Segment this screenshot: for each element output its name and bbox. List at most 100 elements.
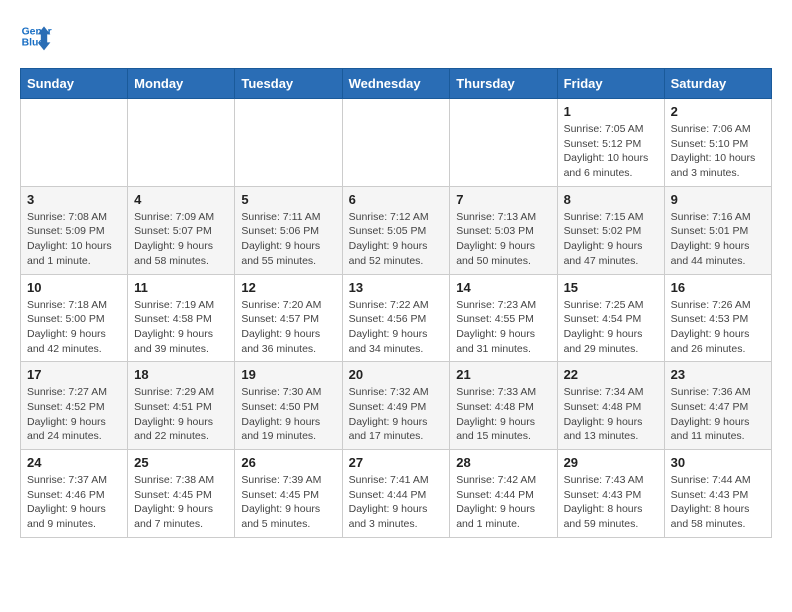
day-cell: 24 Sunrise: 7:37 AM Sunset: 4:46 PM Dayli…: [21, 450, 128, 538]
day-cell: 17Sunrise: 7:27 AM Sunset: 4:52 PM Dayli…: [21, 362, 128, 450]
day-cell: 30 Sunrise: 7:44 AM Sunset: 4:43 PM Dayli…: [664, 450, 771, 538]
day-number: 17: [27, 367, 121, 382]
day-cell: 13Sunrise: 7:22 AM Sunset: 4:56 PM Dayli…: [342, 274, 450, 362]
day-number: 29: [564, 455, 658, 470]
day-number: 23: [671, 367, 765, 382]
day-cell: 29 Sunrise: 7:43 AM Sunset: 4:43 PM Dayli…: [557, 450, 664, 538]
day-number: 3: [27, 192, 121, 207]
day-info: Sunrise: 7:37 AM Sunset: 4:46 PM Dayligh…: [27, 473, 121, 532]
day-info: Sunrise: 7:29 AM Sunset: 4:51 PM Dayligh…: [134, 385, 228, 444]
day-info: Sunrise: 7:44 AM Sunset: 4:43 PM Dayligh…: [671, 473, 765, 532]
day-cell: 12 Sunrise: 7:20 AM Sunset: 4:57 PM Dayli…: [235, 274, 342, 362]
day-info: Sunrise: 7:41 AM Sunset: 4:44 PM Dayligh…: [349, 473, 444, 532]
page-header: General Blue: [20, 20, 772, 52]
day-info: Sunrise: 7:19 AM Sunset: 4:58 PM Dayligh…: [134, 298, 228, 357]
week-row-1: 1Sunrise: 7:05 AM Sunset: 5:12 PM Daylig…: [21, 99, 772, 187]
day-header-monday: Monday: [128, 69, 235, 99]
day-cell: 14 Sunrise: 7:23 AM Sunset: 4:55 PM Dayli…: [450, 274, 557, 362]
day-number: 15: [564, 280, 658, 295]
day-number: 28: [456, 455, 550, 470]
day-info: Sunrise: 7:25 AM Sunset: 4:54 PM Dayligh…: [564, 298, 658, 357]
day-number: 30: [671, 455, 765, 470]
day-number: 21: [456, 367, 550, 382]
day-info: Sunrise: 7:32 AM Sunset: 4:49 PM Dayligh…: [349, 385, 444, 444]
day-number: 22: [564, 367, 658, 382]
day-number: 10: [27, 280, 121, 295]
day-info: Sunrise: 7:38 AM Sunset: 4:45 PM Dayligh…: [134, 473, 228, 532]
day-info: Sunrise: 7:16 AM Sunset: 5:01 PM Dayligh…: [671, 210, 765, 269]
day-number: 13: [349, 280, 444, 295]
day-info: Sunrise: 7:18 AM Sunset: 5:00 PM Dayligh…: [27, 298, 121, 357]
day-cell: 3 Sunrise: 7:08 AM Sunset: 5:09 PM Daylig…: [21, 186, 128, 274]
day-number: 24: [27, 455, 121, 470]
week-row-3: 10 Sunrise: 7:18 AM Sunset: 5:00 PM Dayli…: [21, 274, 772, 362]
day-number: 11: [134, 280, 228, 295]
day-number: 7: [456, 192, 550, 207]
logo: General Blue: [20, 20, 56, 52]
day-cell: 21Sunrise: 7:33 AM Sunset: 4:48 PM Dayli…: [450, 362, 557, 450]
day-info: Sunrise: 7:05 AM Sunset: 5:12 PM Dayligh…: [564, 122, 658, 181]
day-info: Sunrise: 7:15 AM Sunset: 5:02 PM Dayligh…: [564, 210, 658, 269]
day-number: 19: [241, 367, 335, 382]
day-cell: 8 Sunrise: 7:15 AM Sunset: 5:02 PM Daylig…: [557, 186, 664, 274]
day-cell: 19 Sunrise: 7:30 AM Sunset: 4:50 PM Dayli…: [235, 362, 342, 450]
day-number: 6: [349, 192, 444, 207]
day-info: Sunrise: 7:43 AM Sunset: 4:43 PM Dayligh…: [564, 473, 658, 532]
day-info: Sunrise: 7:06 AM Sunset: 5:10 PM Dayligh…: [671, 122, 765, 181]
day-cell: 23 Sunrise: 7:36 AM Sunset: 4:47 PM Dayli…: [664, 362, 771, 450]
day-number: 9: [671, 192, 765, 207]
day-cell: [128, 99, 235, 187]
day-cell: [21, 99, 128, 187]
day-cell: 16 Sunrise: 7:26 AM Sunset: 4:53 PM Dayli…: [664, 274, 771, 362]
day-number: 16: [671, 280, 765, 295]
day-cell: 1Sunrise: 7:05 AM Sunset: 5:12 PM Daylig…: [557, 99, 664, 187]
day-cell: 22 Sunrise: 7:34 AM Sunset: 4:48 PM Dayli…: [557, 362, 664, 450]
day-cell: 15 Sunrise: 7:25 AM Sunset: 4:54 PM Dayli…: [557, 274, 664, 362]
logo-icon: General Blue: [20, 20, 52, 52]
day-number: 25: [134, 455, 228, 470]
day-number: 2: [671, 104, 765, 119]
day-header-wednesday: Wednesday: [342, 69, 450, 99]
day-number: 5: [241, 192, 335, 207]
day-header-saturday: Saturday: [664, 69, 771, 99]
day-number: 12: [241, 280, 335, 295]
day-info: Sunrise: 7:13 AM Sunset: 5:03 PM Dayligh…: [456, 210, 550, 269]
day-number: 14: [456, 280, 550, 295]
day-cell: 28 Sunrise: 7:42 AM Sunset: 4:44 PM Dayli…: [450, 450, 557, 538]
day-cell: 25 Sunrise: 7:38 AM Sunset: 4:45 PM Dayli…: [128, 450, 235, 538]
day-cell: 6 Sunrise: 7:12 AM Sunset: 5:05 PM Daylig…: [342, 186, 450, 274]
day-number: 4: [134, 192, 228, 207]
day-cell: 27 Sunrise: 7:41 AM Sunset: 4:44 PM Dayli…: [342, 450, 450, 538]
day-info: Sunrise: 7:20 AM Sunset: 4:57 PM Dayligh…: [241, 298, 335, 357]
day-info: Sunrise: 7:12 AM Sunset: 5:05 PM Dayligh…: [349, 210, 444, 269]
day-info: Sunrise: 7:11 AM Sunset: 5:06 PM Dayligh…: [241, 210, 335, 269]
day-info: Sunrise: 7:36 AM Sunset: 4:47 PM Dayligh…: [671, 385, 765, 444]
day-cell: [342, 99, 450, 187]
day-number: 8: [564, 192, 658, 207]
day-cell: 26Sunrise: 7:39 AM Sunset: 4:45 PM Dayli…: [235, 450, 342, 538]
day-number: 20: [349, 367, 444, 382]
day-info: Sunrise: 7:09 AM Sunset: 5:07 PM Dayligh…: [134, 210, 228, 269]
calendar-table: SundayMondayTuesdayWednesdayThursdayFrid…: [20, 68, 772, 538]
week-row-5: 24 Sunrise: 7:37 AM Sunset: 4:46 PM Dayli…: [21, 450, 772, 538]
day-header-friday: Friday: [557, 69, 664, 99]
day-cell: 9 Sunrise: 7:16 AM Sunset: 5:01 PM Daylig…: [664, 186, 771, 274]
day-info: Sunrise: 7:23 AM Sunset: 4:55 PM Dayligh…: [456, 298, 550, 357]
day-info: Sunrise: 7:34 AM Sunset: 4:48 PM Dayligh…: [564, 385, 658, 444]
week-row-4: 17Sunrise: 7:27 AM Sunset: 4:52 PM Dayli…: [21, 362, 772, 450]
day-info: Sunrise: 7:26 AM Sunset: 4:53 PM Dayligh…: [671, 298, 765, 357]
day-cell: 5 Sunrise: 7:11 AM Sunset: 5:06 PM Daylig…: [235, 186, 342, 274]
day-number: 18: [134, 367, 228, 382]
day-cell: 18 Sunrise: 7:29 AM Sunset: 4:51 PM Dayli…: [128, 362, 235, 450]
day-cell: 4 Sunrise: 7:09 AM Sunset: 5:07 PM Daylig…: [128, 186, 235, 274]
day-number: 26: [241, 455, 335, 470]
day-cell: 7 Sunrise: 7:13 AM Sunset: 5:03 PM Daylig…: [450, 186, 557, 274]
day-number: 27: [349, 455, 444, 470]
day-cell: [235, 99, 342, 187]
week-row-2: 3 Sunrise: 7:08 AM Sunset: 5:09 PM Daylig…: [21, 186, 772, 274]
day-info: Sunrise: 7:30 AM Sunset: 4:50 PM Dayligh…: [241, 385, 335, 444]
day-cell: 10 Sunrise: 7:18 AM Sunset: 5:00 PM Dayli…: [21, 274, 128, 362]
day-info: Sunrise: 7:42 AM Sunset: 4:44 PM Dayligh…: [456, 473, 550, 532]
day-info: Sunrise: 7:08 AM Sunset: 5:09 PM Dayligh…: [27, 210, 121, 269]
day-cell: [450, 99, 557, 187]
